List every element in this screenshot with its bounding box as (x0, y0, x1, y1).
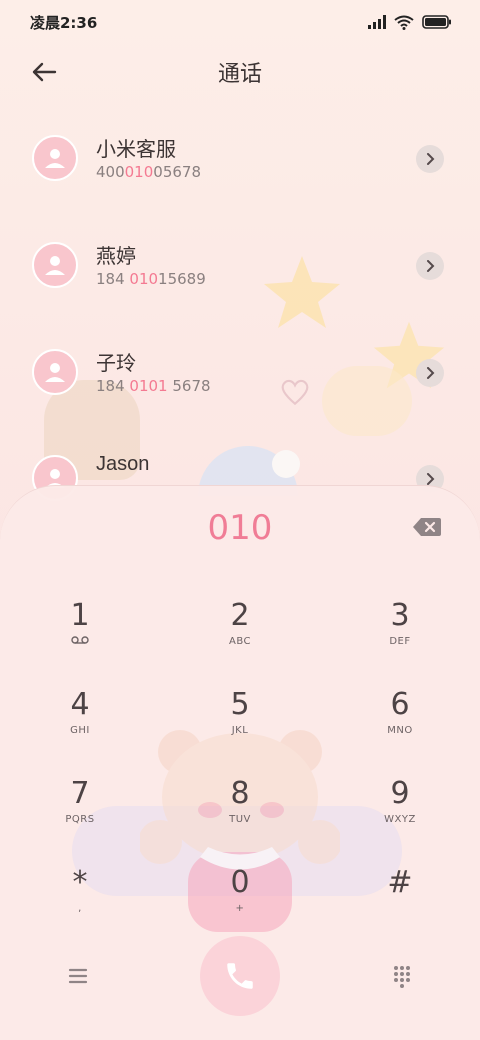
header: 通话 (0, 46, 480, 96)
status-bar: 凌晨2:36 (0, 0, 480, 44)
dialer-bottom-bar (0, 936, 480, 1036)
contact-detail-button[interactable] (416, 252, 444, 280)
contact-detail-button[interactable] (416, 359, 444, 387)
contact-item[interactable]: 燕婷 184 01015689 (0, 242, 480, 332)
key-4[interactable]: 4 GHI (20, 687, 140, 767)
signal-icon (368, 15, 386, 29)
key-2[interactable]: 2 ABC (180, 598, 300, 678)
key-8[interactable]: 8 TUV (180, 776, 300, 856)
key-star[interactable]: * , (20, 865, 140, 945)
menu-button[interactable] (66, 964, 90, 988)
chevron-right-icon (427, 367, 435, 379)
page-title: 通话 (217, 62, 262, 87)
backspace-icon (413, 518, 441, 536)
chevron-right-icon (427, 260, 435, 272)
dialpad-toggle-button[interactable] (390, 964, 414, 988)
dialpad-icon (394, 966, 410, 988)
key-6[interactable]: 6 MNO (340, 687, 460, 767)
status-time: 凌晨2:36 (30, 13, 98, 32)
key-hash[interactable]: # (340, 865, 460, 945)
key-5[interactable]: 5 JKL (180, 687, 300, 767)
status-icons (368, 15, 452, 30)
battery-icon (422, 15, 451, 29)
call-button[interactable] (200, 936, 280, 1016)
key-9[interactable]: 9 WXYZ (340, 776, 460, 856)
menu-icon (68, 968, 88, 984)
contact-name: Jason (96, 453, 150, 475)
contact-detail-button[interactable] (416, 145, 444, 173)
number-match: 010 (124, 163, 154, 181)
avatar (32, 135, 78, 181)
key-3[interactable]: 3 DEF (340, 598, 460, 678)
dial-input[interactable]: 010 (0, 508, 480, 548)
person-icon (45, 149, 65, 168)
key-7[interactable]: 7 PQRS (20, 776, 140, 856)
person-icon (45, 256, 65, 275)
contact-number: 184 0101 5678 (96, 377, 211, 395)
contact-name: 小米客服 (96, 137, 176, 161)
person-icon (45, 363, 65, 382)
avatar (32, 349, 78, 395)
chevron-right-icon (427, 473, 435, 485)
key-1[interactable]: 1 (20, 598, 140, 678)
dialpad-sheet: 010 1 2 ABC 3 DEF 4 GHI 5 JKL 6 MNO 7 PQ… (0, 485, 480, 1040)
wifi-icon (394, 15, 414, 30)
contact-item[interactable]: 子玲 184 0101 5678 (0, 349, 480, 439)
phone-icon (227, 963, 253, 989)
number-match: 010 (129, 270, 159, 288)
contact-number: 40001005678 (96, 163, 201, 181)
contact-name: 燕婷 (96, 244, 136, 268)
contact-item[interactable]: 小米客服 40001005678 (0, 135, 480, 225)
contact-number: 184 01015689 (96, 270, 206, 288)
key-0[interactable]: 0 + (180, 865, 300, 945)
chevron-right-icon (427, 153, 435, 165)
voicemail-icon (71, 636, 89, 644)
backspace-button[interactable] (412, 516, 442, 538)
avatar (32, 242, 78, 288)
number-match: 0101 (129, 377, 168, 395)
contact-name: 子玲 (96, 351, 136, 375)
